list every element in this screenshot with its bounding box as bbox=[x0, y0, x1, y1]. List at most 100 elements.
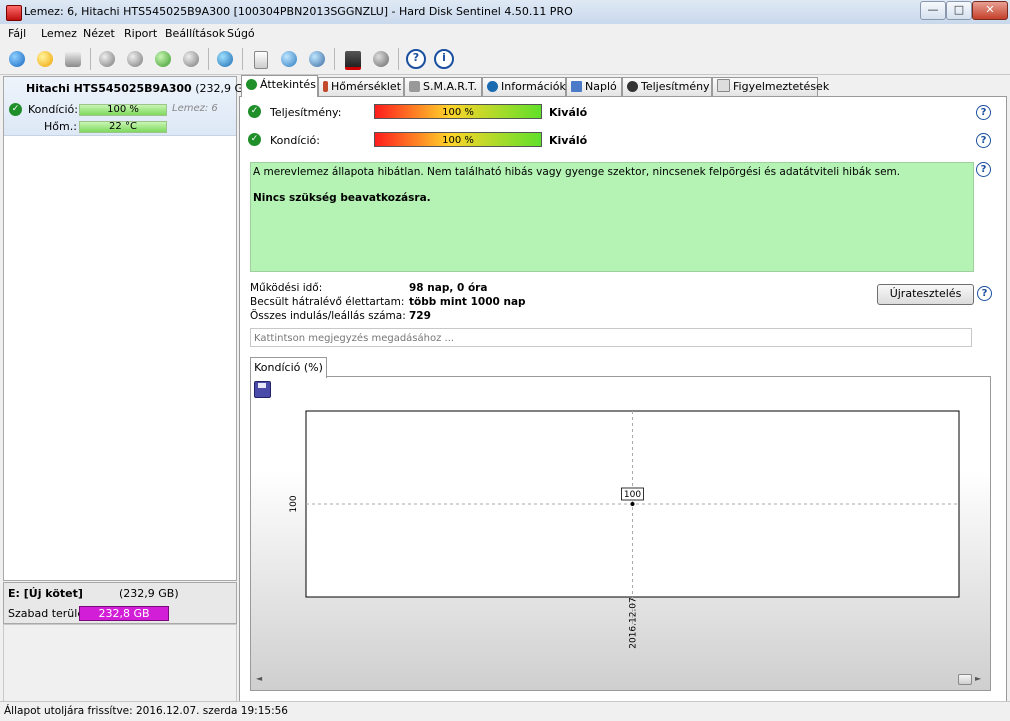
disk-title: Hitachi HTS545025B9A300 (232,9 GB) bbox=[26, 82, 255, 95]
temperature-label: Hőm.: bbox=[44, 120, 77, 133]
volume-panel[interactable]: E: [Új kötet] (232,9 GB) Szabad terület … bbox=[3, 582, 237, 624]
performance-rating: Kiváló bbox=[549, 106, 588, 119]
condition-label: Kondíció: bbox=[28, 103, 78, 116]
globe-icon[interactable] bbox=[214, 48, 236, 70]
health-label: Kondíció: bbox=[270, 134, 320, 147]
menu-file[interactable]: Fájl bbox=[8, 27, 26, 40]
health-rating: Kiváló bbox=[549, 134, 588, 147]
app-icon bbox=[6, 5, 22, 21]
chart-tab-condition[interactable]: Kondíció (%) bbox=[250, 357, 327, 378]
retest-help-icon[interactable]: ? bbox=[977, 286, 992, 301]
disk-icon[interactable] bbox=[62, 48, 84, 70]
toolbar-separator bbox=[242, 48, 243, 70]
note-input[interactable]: Kattintson megjegyzés megadásához ... bbox=[250, 328, 972, 347]
thermometer-icon bbox=[323, 81, 328, 92]
tab-performance[interactable]: Teljesítmény bbox=[622, 77, 712, 96]
performance-bar: 100 % bbox=[374, 104, 542, 119]
retest-button[interactable]: Újratesztelés bbox=[877, 284, 974, 305]
toolbar-separator bbox=[334, 48, 335, 70]
scroll-left-arrow[interactable]: ◄ bbox=[256, 674, 262, 683]
y-tick-label: 100 bbox=[289, 495, 299, 512]
menu-disk[interactable]: Lemez bbox=[41, 27, 77, 40]
health-ok-icon: ✓ bbox=[248, 133, 261, 146]
title-bar: Lemez: 6, Hitachi HTS545025B9A300 [10030… bbox=[0, 0, 1010, 25]
check-icon bbox=[246, 79, 257, 90]
tab-log[interactable]: Napló bbox=[566, 77, 622, 96]
menu-report[interactable]: Riport bbox=[124, 27, 157, 40]
monitor-icon[interactable] bbox=[342, 48, 364, 70]
lifetime-value: több mint 1000 nap bbox=[409, 296, 526, 308]
chart-svg: 100 100 2016.12.07 bbox=[289, 410, 960, 649]
status-help-icon[interactable]: ? bbox=[976, 162, 991, 177]
performance-help-icon[interactable]: ? bbox=[976, 105, 991, 120]
health-status-box: A merevlemez állapota hibátlan. Nem talá… bbox=[250, 162, 974, 272]
menu-view[interactable]: Nézet bbox=[83, 27, 115, 40]
volume-size: (232,9 GB) bbox=[119, 587, 179, 600]
lifetime-label: Becsült hátralévő élettartam: bbox=[250, 296, 405, 308]
toolbar-separator bbox=[90, 48, 91, 70]
performance-label: Teljesítmény: bbox=[270, 106, 342, 119]
help-icon[interactable]: ? bbox=[405, 48, 427, 70]
temperature-bar: 22 °C bbox=[79, 121, 167, 133]
toolbar-separator bbox=[398, 48, 399, 70]
condition-bar: 100 % bbox=[79, 104, 167, 116]
maximize-button[interactable]: □ bbox=[946, 1, 972, 20]
close-button[interactable]: ✕ bbox=[972, 1, 1008, 20]
gauge-icon bbox=[627, 81, 638, 92]
scroll-right-arrow[interactable]: ► bbox=[975, 674, 981, 683]
performance-ok-icon: ✓ bbox=[248, 105, 261, 118]
tab-alerts[interactable]: Figyelmeztetések bbox=[712, 77, 829, 96]
toolbar-separator bbox=[208, 48, 209, 70]
info-icon[interactable]: i bbox=[433, 48, 455, 70]
satellite1-icon[interactable] bbox=[96, 48, 118, 70]
left-lower-panel bbox=[3, 624, 237, 702]
volume-name: E: [Új kötet] bbox=[8, 587, 83, 600]
speaker-icon[interactable] bbox=[370, 48, 392, 70]
minimize-button[interactable]: — bbox=[920, 1, 946, 20]
disk-item[interactable]: Hitachi HTS545025B9A300 (232,9 GB) ✓ Kon… bbox=[4, 77, 255, 136]
satellite2-icon[interactable] bbox=[124, 48, 146, 70]
document-small-icon bbox=[717, 79, 730, 92]
free-space-label: Szabad terület bbox=[8, 607, 89, 620]
menu-help[interactable]: Súgó bbox=[227, 27, 255, 40]
status-text: A merevlemez állapota hibátlan. Nem talá… bbox=[253, 166, 901, 178]
health-help-icon[interactable]: ? bbox=[976, 133, 991, 148]
x-tick-label: 2016.12.07 bbox=[629, 597, 639, 649]
window-title: Lemez: 6, Hitachi HTS545025B9A300 [10030… bbox=[24, 5, 573, 18]
network-icon[interactable] bbox=[306, 48, 328, 70]
tab-smart[interactable]: S.M.A.R.T. bbox=[404, 77, 482, 96]
alert-icon[interactable] bbox=[34, 48, 56, 70]
chart-scrollbar[interactable]: ◄ ► bbox=[254, 673, 984, 685]
free-space-bar: 232,8 GB bbox=[79, 606, 169, 621]
condition-ok-icon: ✓ bbox=[9, 103, 22, 116]
disk-number: Lemez: 6 bbox=[172, 103, 218, 114]
chart-data-point bbox=[630, 502, 635, 506]
uptime-value: 98 nap, 0 óra bbox=[409, 282, 488, 294]
disk-list-panel: Hitachi HTS545025B9A300 (232,9 GB) ✓ Kon… bbox=[3, 76, 255, 581]
health-bar: 100 % bbox=[374, 132, 542, 147]
menu-bar: Fájl Lemez Nézet Riport Beállítások Súgó bbox=[0, 24, 1010, 45]
satellite4-icon[interactable] bbox=[180, 48, 202, 70]
toolbar: ? i bbox=[0, 44, 1010, 75]
disk-name: Hitachi HTS545025B9A300 bbox=[26, 82, 192, 95]
chip-icon bbox=[409, 81, 420, 92]
satellite3-icon[interactable] bbox=[152, 48, 174, 70]
tab-overview[interactable]: Áttekintés bbox=[241, 75, 318, 97]
starts-value: 729 bbox=[409, 310, 431, 322]
scroll-thumb[interactable] bbox=[958, 674, 972, 685]
chart-area: 100 100 2016.12.07 ◄ ► bbox=[250, 376, 991, 691]
starts-label: Összes indulás/leállás száma: bbox=[250, 310, 406, 322]
status-recommendation: Nincs szükség beavatkozásra. bbox=[253, 192, 431, 204]
menu-settings[interactable]: Beállítások bbox=[165, 27, 225, 40]
tab-temperature[interactable]: Hőmérséklet bbox=[318, 77, 404, 96]
document-icon[interactable] bbox=[250, 48, 272, 70]
info-small-icon bbox=[487, 81, 498, 92]
tab-information[interactable]: Információk bbox=[482, 77, 566, 96]
uptime-label: Működési idő: bbox=[250, 282, 323, 294]
data-label: 100 bbox=[624, 490, 641, 500]
status-bar: Állapot utoljára frissítve: 2016.12.07. … bbox=[0, 701, 1010, 721]
refresh-icon[interactable] bbox=[6, 48, 28, 70]
status-bar-text: Állapot utoljára frissítve: 2016.12.07. … bbox=[4, 705, 288, 717]
log-icon bbox=[571, 81, 582, 92]
sync-icon[interactable] bbox=[278, 48, 300, 70]
